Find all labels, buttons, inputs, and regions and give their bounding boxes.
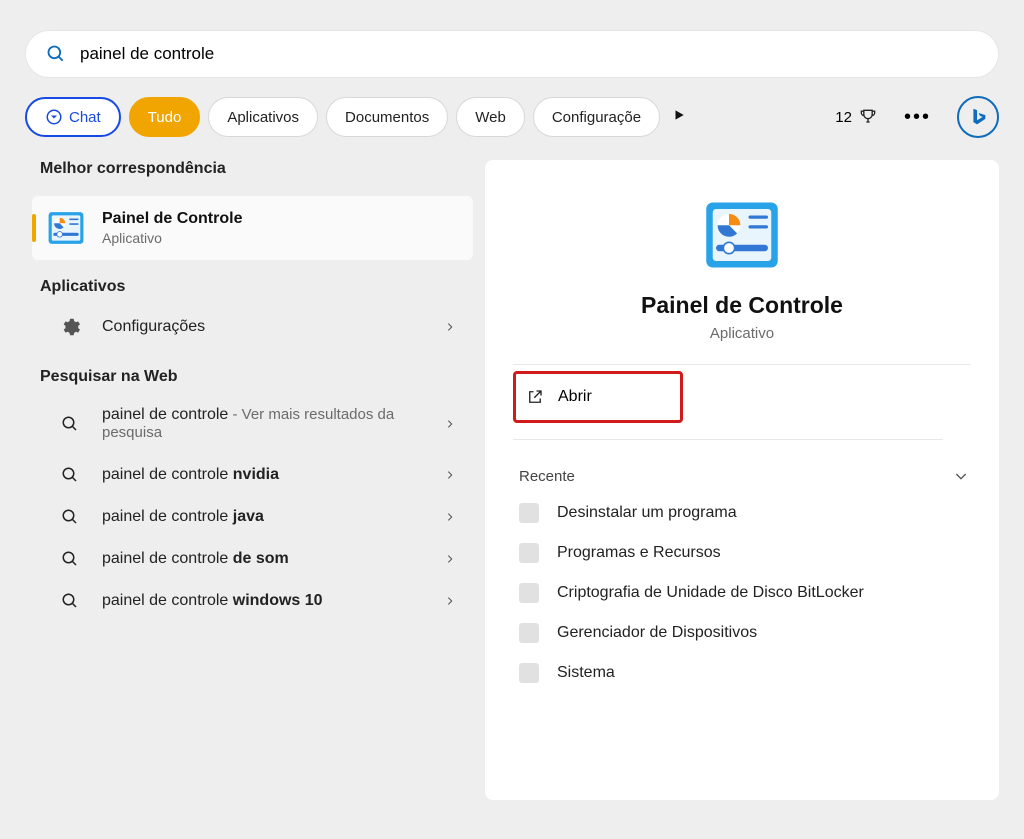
- recent-header: Recente: [519, 468, 971, 485]
- filter-row: Chat Tudo Aplicativos Documentos Web Con…: [25, 96, 999, 138]
- recent-item-icon: [519, 623, 539, 643]
- web-result[interactable]: painel de controle - Ver mais resultados…: [32, 394, 473, 454]
- chevron-down-icon: [953, 468, 969, 484]
- best-match-header: Melhor correspondência: [40, 160, 473, 178]
- open-button[interactable]: Abrir: [513, 371, 683, 423]
- rewards-points[interactable]: 12: [835, 107, 878, 127]
- tab-apps-label: Aplicativos: [227, 109, 299, 126]
- trophy-icon: [858, 107, 878, 127]
- chevron-right-icon: [445, 594, 455, 608]
- gear-icon: [58, 316, 82, 338]
- web-result-text: painel de controle - Ver mais resultados…: [102, 406, 445, 442]
- web-result-text: painel de controle windows 10: [102, 592, 445, 610]
- rewards-points-value: 12: [835, 109, 852, 126]
- recent-item-icon: [519, 583, 539, 603]
- tab-chat-label: Chat: [69, 109, 101, 126]
- web-result[interactable]: painel de controle nvidia: [32, 454, 473, 496]
- detail-subtitle: Aplicativo: [513, 325, 971, 342]
- tab-apps[interactable]: Aplicativos: [208, 97, 318, 137]
- more-options-button[interactable]: •••: [904, 106, 931, 129]
- chevron-right-icon: [445, 510, 455, 524]
- tab-docs[interactable]: Documentos: [326, 97, 448, 137]
- expand-actions-button[interactable]: [953, 468, 969, 489]
- tab-all-label: Tudo: [148, 109, 182, 126]
- tab-docs-label: Documentos: [345, 109, 429, 126]
- tab-web[interactable]: Web: [456, 97, 525, 137]
- apps-item-label: Configurações: [102, 318, 445, 336]
- recent-item-label: Gerenciador de Dispositivos: [557, 624, 757, 642]
- search-icon: [58, 592, 82, 610]
- recent-item[interactable]: Desinstalar um programa: [513, 493, 971, 533]
- recent-item-label: Programas e Recursos: [557, 544, 721, 562]
- chevron-right-icon: [445, 320, 455, 334]
- recent-item-label: Desinstalar um programa: [557, 504, 737, 522]
- recent-item[interactable]: Gerenciador de Dispositivos: [513, 613, 971, 653]
- chevron-right-icon: [445, 417, 455, 431]
- apps-header: Aplicativos: [40, 278, 473, 296]
- tab-settings-label: Configuraçõe: [552, 109, 641, 126]
- web-result[interactable]: painel de controle de som: [32, 538, 473, 580]
- web-result-text: painel de controle java: [102, 508, 445, 526]
- search-icon: [58, 508, 82, 526]
- web-result-text: painel de controle de som: [102, 550, 445, 568]
- best-match-result[interactable]: Painel de Controle Aplicativo: [32, 196, 473, 260]
- bing-button[interactable]: [957, 96, 999, 138]
- web-result-text: painel de controle nvidia: [102, 466, 445, 484]
- web-result[interactable]: painel de controle windows 10: [32, 580, 473, 622]
- recent-item-icon: [519, 503, 539, 523]
- search-icon: [58, 415, 82, 433]
- search-input[interactable]: [80, 44, 978, 64]
- search-bar[interactable]: [25, 30, 999, 78]
- scroll-tabs-right-button[interactable]: [672, 108, 686, 127]
- open-label: Abrir: [558, 388, 592, 406]
- tab-settings[interactable]: Configuraçõe: [533, 97, 660, 137]
- recent-item[interactable]: Sistema: [513, 653, 971, 693]
- divider: [513, 364, 971, 365]
- recent-item-icon: [519, 543, 539, 563]
- search-icon: [58, 466, 82, 484]
- chevron-right-icon: [445, 468, 455, 482]
- apps-item-settings[interactable]: Configurações: [32, 304, 473, 350]
- web-result[interactable]: painel de controle java: [32, 496, 473, 538]
- bing-icon: [967, 106, 989, 128]
- tab-web-label: Web: [475, 109, 506, 126]
- search-icon: [46, 44, 66, 64]
- best-match-title: Painel de Controle: [102, 210, 242, 228]
- detail-panel: Painel de Controle Aplicativo Abrir Rece…: [485, 160, 999, 800]
- results-column: Melhor correspondência Painel de Control…: [18, 160, 473, 800]
- open-icon: [526, 388, 544, 406]
- detail-title: Painel de Controle: [513, 292, 971, 319]
- recent-item[interactable]: Criptografia de Unidade de Disco BitLock…: [513, 573, 971, 613]
- play-icon: [672, 108, 686, 122]
- tab-chat[interactable]: Chat: [25, 97, 121, 137]
- chat-icon: [45, 108, 63, 126]
- recent-item-label: Sistema: [557, 664, 615, 682]
- recent-item[interactable]: Programas e Recursos: [513, 533, 971, 573]
- best-match-subtitle: Aplicativo: [102, 230, 242, 246]
- divider: [513, 439, 943, 440]
- recent-item-label: Criptografia de Unidade de Disco BitLock…: [557, 584, 864, 602]
- control-panel-icon: [46, 208, 86, 248]
- recent-item-icon: [519, 663, 539, 683]
- search-icon: [58, 550, 82, 568]
- detail-app-icon: [513, 196, 971, 274]
- tab-all[interactable]: Tudo: [129, 97, 201, 137]
- web-header: Pesquisar na Web: [40, 368, 473, 386]
- chevron-right-icon: [445, 552, 455, 566]
